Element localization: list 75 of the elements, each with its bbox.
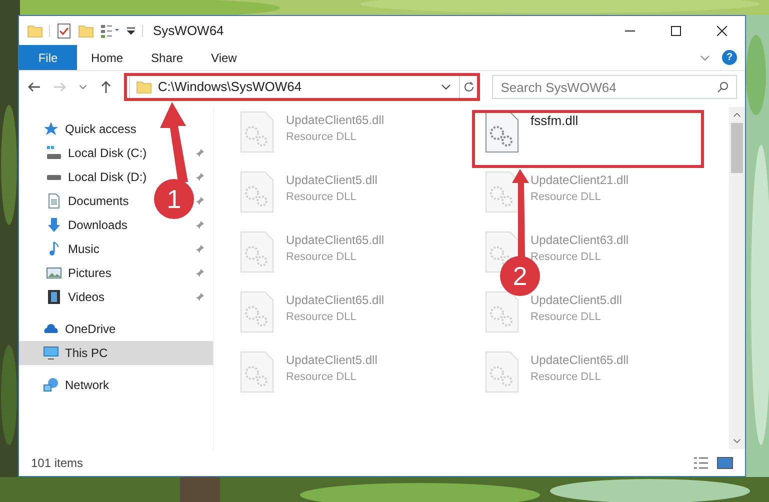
file-type: Resource DLL — [286, 190, 358, 205]
up-arrow-icon[interactable] — [98, 80, 113, 94]
close-icon — [717, 26, 727, 36]
dll-file-icon — [484, 111, 518, 153]
sidebar-item[interactable]: Documents — [46, 192, 129, 210]
item-count: 101 items — [31, 454, 84, 472]
sidebar-item[interactable]: Local Disk (C:) — [46, 144, 147, 162]
sidebar-item[interactable]: Music — [46, 240, 100, 258]
sidebar-item[interactable]: Videos — [46, 288, 104, 306]
address-path: C:\Windows\SysWOW64 — [158, 78, 302, 96]
file-tab[interactable]: File — [19, 45, 77, 70]
file-name[interactable]: fssfm.dll — [530, 111, 578, 130]
search-icon[interactable] — [717, 81, 729, 93]
sidebar-item[interactable]: Local Disk (D:) — [46, 168, 147, 186]
refresh-icon — [463, 81, 476, 93]
sidebar-item[interactable]: OneDrive — [19, 317, 213, 341]
file-type: Resource DLL — [530, 310, 602, 325]
image-icon — [46, 265, 62, 281]
pin-icon[interactable] — [195, 148, 205, 158]
ribbon-tab[interactable]: Home — [77, 45, 138, 70]
large-icons-view-icon[interactable] — [717, 456, 733, 468]
sidebar-item[interactable]: This PC — [19, 341, 213, 365]
scroll-down-icon[interactable] — [733, 437, 741, 445]
file-type: Resource DLL — [286, 130, 358, 145]
scroll-thumb[interactable] — [731, 123, 743, 173]
pin-icon[interactable] — [195, 196, 205, 206]
drive-icon — [46, 145, 62, 161]
download-icon — [46, 217, 62, 233]
pin-icon[interactable] — [195, 292, 205, 302]
file-type: Resource DLL — [286, 310, 358, 325]
monitor-icon — [43, 345, 59, 361]
file-type: Resource DLL — [530, 250, 602, 265]
file-type: Resource DLL — [286, 370, 358, 385]
chevron-down-icon[interactable] — [78, 83, 87, 91]
dll-file-icon — [484, 171, 518, 213]
scrollbar[interactable] — [729, 107, 745, 449]
search-field[interactable]: Search SysWOW64 — [492, 75, 737, 99]
sidebar-item[interactable]: Quick access — [19, 117, 213, 141]
folder-icon — [27, 22, 43, 38]
window-title: SysWOW64 — [153, 22, 224, 40]
dropdown-icon[interactable] — [126, 26, 136, 36]
dll-file-icon — [484, 291, 518, 333]
pin-icon[interactable] — [195, 244, 205, 254]
chevron-down-icon[interactable] — [440, 82, 451, 92]
file-type: Resource DLL — [286, 250, 358, 265]
ribbon-tab[interactable]: Share — [137, 45, 198, 70]
sidebar-item[interactable]: Network — [19, 373, 213, 397]
ribbon-tab[interactable]: View — [197, 45, 251, 70]
view-icon[interactable] — [100, 22, 120, 38]
sidebar-item[interactable]: Pictures — [46, 264, 112, 282]
maximize-icon — [671, 26, 681, 36]
film-icon — [46, 289, 62, 305]
document-icon — [46, 193, 62, 209]
dll-file-icon — [240, 231, 274, 273]
pin-icon[interactable] — [195, 220, 205, 230]
details-view-icon[interactable] — [693, 456, 709, 468]
help-button[interactable]: ? — [722, 50, 737, 65]
sidebar-item[interactable]: Downloads — [46, 216, 128, 234]
properties-icon[interactable] — [56, 22, 72, 38]
file-type: Resource DLL — [530, 190, 602, 205]
star-icon — [43, 121, 59, 137]
pin-icon[interactable] — [195, 172, 205, 182]
new-folder-icon — [78, 22, 94, 38]
folder-icon — [136, 79, 152, 95]
back-arrow-icon[interactable] — [27, 80, 41, 94]
drive-icon — [46, 174, 62, 180]
dll-file-icon — [240, 111, 274, 153]
dll-file-icon — [484, 351, 518, 393]
dll-file-icon — [240, 291, 274, 333]
pin-icon[interactable] — [195, 268, 205, 278]
dll-file-icon — [240, 171, 274, 213]
scroll-up-icon[interactable] — [733, 111, 741, 119]
file-type: Resource DLL — [530, 370, 602, 385]
dll-file-icon — [240, 351, 274, 393]
network-icon — [43, 377, 59, 393]
